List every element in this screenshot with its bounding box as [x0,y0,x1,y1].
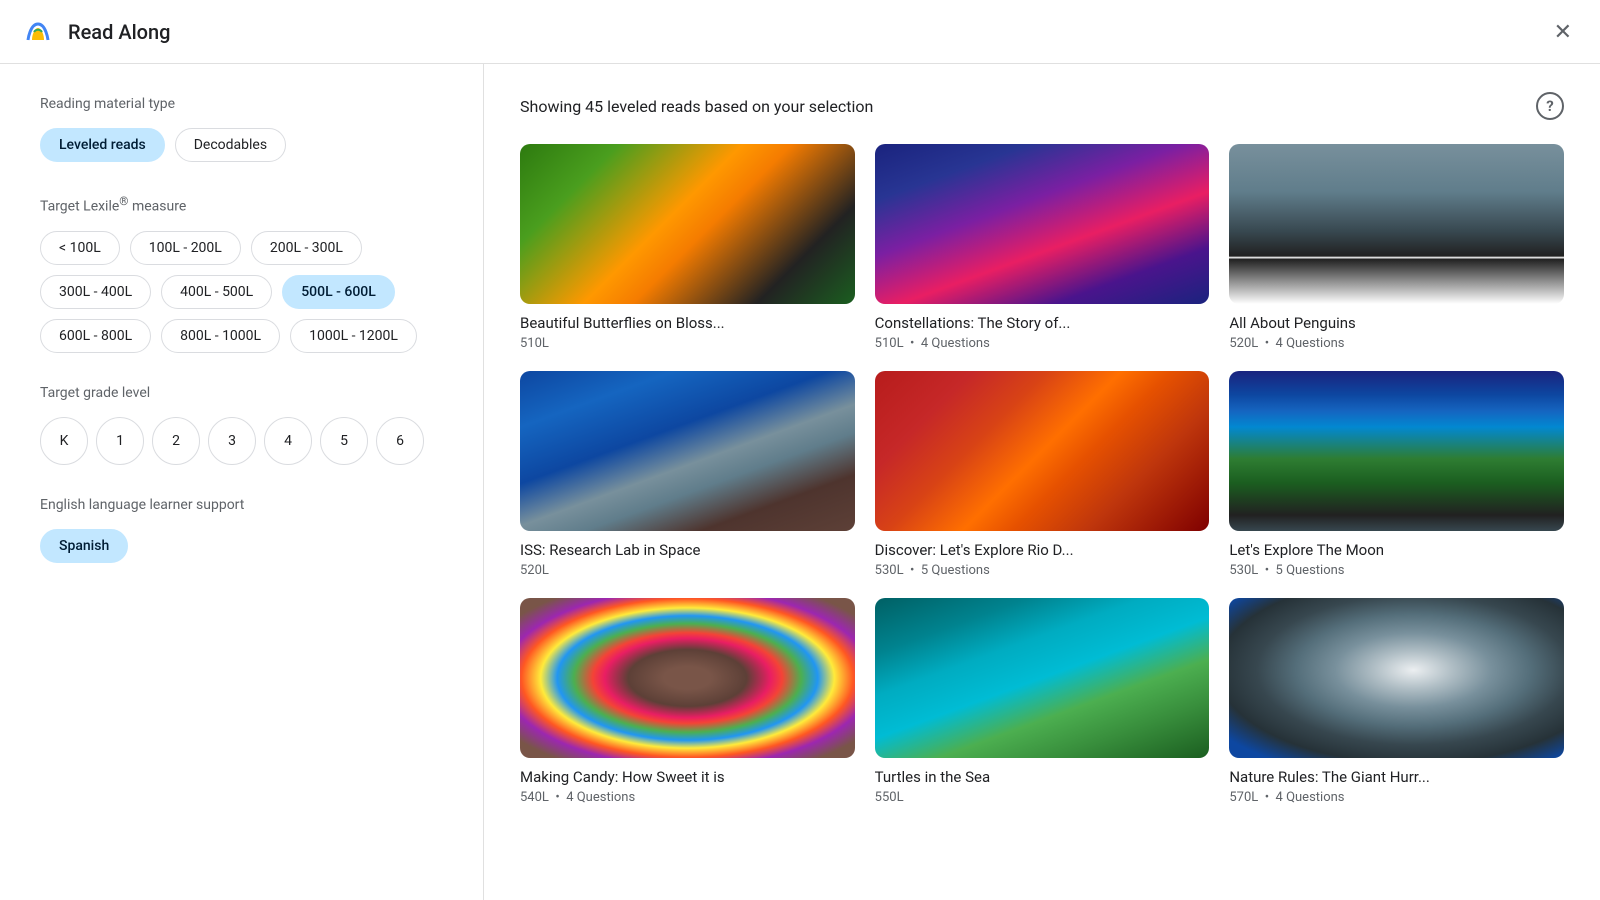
chip-400-500[interactable]: 400L - 500L [161,275,272,309]
content-header: Showing 45 leveled reads based on your s… [520,92,1564,120]
book-image-iss [520,371,855,531]
chip-500-600[interactable]: 500L - 600L [282,275,395,309]
book-meta-hurricane: 570L • 4 Questions [1229,790,1564,805]
book-card-candy[interactable]: Making Candy: How Sweet it is 540L • 4 Q… [520,598,855,805]
sidebar: Reading material type Leveled reads Deco… [0,64,484,900]
chip-spanish[interactable]: Spanish [40,529,128,563]
book-title-butterflies: Beautiful Butterflies on Bloss... [520,314,855,332]
ell-section: English language learner support Spanish [40,497,443,563]
book-image-moon [1229,371,1564,531]
book-meta-rio: 530L • 5 Questions [875,563,1210,578]
book-meta-butterflies: 510L [520,336,855,351]
reading-material-section: Reading material type Leveled reads Deco… [40,96,443,162]
book-title-rio: Discover: Let's Explore Rio D... [875,541,1210,559]
grade-chip-3[interactable]: 3 [208,417,256,465]
book-card-moon[interactable]: Let's Explore The Moon 530L • 5 Question… [1229,371,1564,578]
reading-material-label: Reading material type [40,96,443,112]
chip-leveled-reads[interactable]: Leveled reads [40,128,165,162]
book-card-iss[interactable]: ISS: Research Lab in Space 520L [520,371,855,578]
book-image-butterflies [520,144,855,304]
book-image-hurricane [1229,598,1564,758]
book-meta-turtles: 550L [875,790,1210,805]
app-logo-icon [20,14,56,50]
grade-chip-4[interactable]: 4 [264,417,312,465]
book-image-candy [520,598,855,758]
book-title-moon: Let's Explore The Moon [1229,541,1564,559]
chip-lt100[interactable]: < 100L [40,231,120,265]
book-image-rio [875,371,1210,531]
grade-chip-2[interactable]: 2 [152,417,200,465]
book-meta-constellations: 510L • 4 Questions [875,336,1210,351]
ell-label: English language learner support [40,497,443,513]
book-title-constellations: Constellations: The Story of... [875,314,1210,332]
book-title-turtles: Turtles in the Sea [875,768,1210,786]
lexile-label: Target Lexile® measure [40,194,443,215]
lexile-chip-group: < 100L 100L - 200L 200L - 300L 300L - 40… [40,231,443,353]
book-card-butterflies[interactable]: Beautiful Butterflies on Bloss... 510L [520,144,855,351]
help-icon[interactable]: ? [1536,92,1564,120]
book-title-hurricane: Nature Rules: The Giant Hurr... [1229,768,1564,786]
content-area: Showing 45 leveled reads based on your s… [484,64,1600,900]
book-title-penguins: All About Penguins [1229,314,1564,332]
book-card-hurricane[interactable]: Nature Rules: The Giant Hurr... 570L • 4… [1229,598,1564,805]
grade-label: Target grade level [40,385,443,401]
title-bar: Read Along ✕ [0,0,1600,64]
main-layout: Reading material type Leveled reads Deco… [0,64,1600,900]
app-title: Read Along [68,20,171,44]
chip-1000-1200[interactable]: 1000L - 1200L [290,319,417,353]
book-card-rio[interactable]: Discover: Let's Explore Rio D... 530L • … [875,371,1210,578]
chip-200-300[interactable]: 200L - 300L [251,231,362,265]
content-subtitle: Showing 45 leveled reads based on your s… [520,97,873,116]
book-image-turtles [875,598,1210,758]
lexile-section: Target Lexile® measure < 100L 100L - 200… [40,194,443,353]
book-meta-candy: 540L • 4 Questions [520,790,855,805]
grade-chip-5[interactable]: 5 [320,417,368,465]
chip-300-400[interactable]: 300L - 400L [40,275,151,309]
grade-chip-1[interactable]: 1 [96,417,144,465]
close-button[interactable]: ✕ [1546,13,1580,51]
book-meta-moon: 530L • 5 Questions [1229,563,1564,578]
book-card-constellations[interactable]: Constellations: The Story of... 510L • 4… [875,144,1210,351]
book-meta-iss: 520L [520,563,855,578]
book-title-iss: ISS: Research Lab in Space [520,541,855,559]
book-title-candy: Making Candy: How Sweet it is [520,768,855,786]
ell-chip-group: Spanish [40,529,443,563]
book-image-penguins [1229,144,1564,304]
book-meta-penguins: 520L • 4 Questions [1229,336,1564,351]
title-bar-left: Read Along [20,14,171,50]
grade-chip-group: K 1 2 3 4 5 6 [40,417,443,465]
book-card-turtles[interactable]: Turtles in the Sea 550L [875,598,1210,805]
grade-chip-k[interactable]: K [40,417,88,465]
chip-100-200[interactable]: 100L - 200L [130,231,241,265]
book-card-penguins[interactable]: All About Penguins 520L • 4 Questions [1229,144,1564,351]
chip-800-1000[interactable]: 800L - 1000L [161,319,280,353]
book-image-constellations [875,144,1210,304]
grade-section: Target grade level K 1 2 3 4 5 6 [40,385,443,465]
grade-chip-6[interactable]: 6 [376,417,424,465]
chip-decodables[interactable]: Decodables [175,128,286,162]
reading-material-chip-group: Leveled reads Decodables [40,128,443,162]
chip-600-800[interactable]: 600L - 800L [40,319,151,353]
book-grid: Beautiful Butterflies on Bloss... 510L C… [520,144,1564,805]
